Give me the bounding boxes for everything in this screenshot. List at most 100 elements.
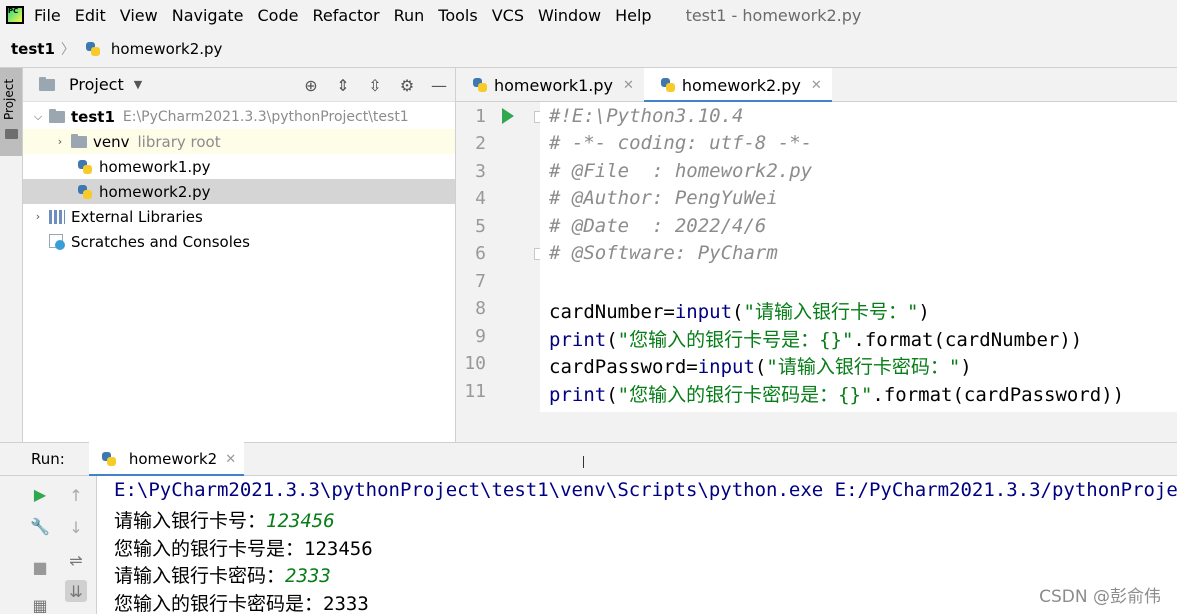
menu-code[interactable]: Code (258, 6, 299, 25)
code-line-8: cardNumber=input("请输入银行卡号：") (549, 297, 930, 324)
project-panel-title[interactable]: Project (69, 75, 124, 94)
menu-vcs[interactable]: VCS (492, 6, 524, 25)
code-rest: .format(cardNumber)) (853, 329, 1083, 351)
code-editor[interactable]: 1 2 3 4 5 6 7 8 9 10 11 #!E:\Python3.10.… (456, 102, 1177, 442)
python-file-icon (77, 159, 93, 175)
locate-icon[interactable]: ⊕ (301, 75, 321, 95)
code-line-10: cardPassword=input("请输入银行卡密码：") (549, 352, 972, 379)
project-tree: ⌵ test1 E:\PyCharm2021.3.3\pythonProject… (23, 102, 455, 254)
menu-help[interactable]: Help (615, 6, 651, 25)
venv-library-root-note: library root (137, 132, 221, 151)
code-line-11: print("您输入的银行卡密码是：{}".format(cardPasswor… (549, 380, 1124, 407)
gear-icon[interactable]: ⚙ (397, 75, 417, 95)
folder-icon (71, 133, 87, 148)
text-cursor (583, 456, 584, 468)
project-panel-tools: ⊕ ⇕ ⇳ ⚙ — (301, 75, 449, 95)
console-output-card-number: 您输入的银行卡号是：123456 (114, 538, 373, 560)
code-paren: ) (918, 301, 930, 323)
run-toolbar: ▶ 🔧 ■ ▦ ↑ ↓ ⇌ ⇊ (23, 476, 97, 614)
python-run-icon (101, 451, 117, 467)
line-number: 10 (464, 353, 486, 374)
console-command-line: E:\PyCharm2021.3.3\pythonProject\test1\v… (114, 479, 1177, 501)
menu-run[interactable]: Run (394, 6, 425, 25)
close-icon[interactable]: ✕ (623, 78, 634, 93)
code-builtin: print (549, 384, 607, 406)
hide-icon[interactable]: — (429, 75, 449, 95)
collapse-all-icon[interactable]: ⇳ (365, 75, 385, 95)
tab-homework1[interactable]: homework1.py ✕ (456, 68, 644, 102)
breadcrumb-file[interactable]: homework2.py (111, 40, 223, 58)
run-tab-label: homework2 (128, 450, 218, 468)
code-area[interactable]: #!E:\Python3.10.4 # -*- coding: utf-8 -*… (540, 102, 1177, 412)
tab-homework2[interactable]: homework2.py ✕ (643, 68, 832, 103)
arrow-up-icon[interactable]: ↑ (65, 484, 87, 506)
menu-edit[interactable]: Edit (75, 6, 106, 25)
project-tool-tab[interactable]: Project (0, 68, 22, 156)
collapsed-arrow-icon[interactable]: › (53, 135, 67, 148)
folder-icon (5, 129, 18, 139)
menu-view[interactable]: View (120, 6, 158, 25)
line-number: 4 (475, 188, 486, 209)
menu-tools[interactable]: Tools (438, 6, 477, 25)
run-console[interactable]: E:\PyCharm2021.3.3\pythonProject\test1\v… (97, 476, 1177, 614)
run-label: Run: (31, 450, 65, 468)
tree-item-external-libraries[interactable]: › External Libraries (23, 204, 455, 229)
menu-file[interactable]: File (34, 6, 61, 25)
line-number: 7 (475, 271, 486, 292)
watermark: CSDN @彭俞伟 (1039, 587, 1161, 607)
breadcrumb-project[interactable]: test1 (11, 40, 55, 58)
python-file-icon (660, 77, 676, 93)
rerun-icon[interactable]: ▶ (29, 483, 51, 505)
menu-bar: PC File Edit View Navigate Code Refactor… (0, 0, 1177, 30)
project-panel: Project ▼ ⊕ ⇕ ⇳ ⚙ — ⌵ test1 E:\PyCharm20… (23, 68, 456, 442)
root-folder-path: E:\PyCharm2021.3.3\pythonProject\test1 (122, 108, 409, 125)
soft-wrap-icon[interactable]: ⇌ (65, 549, 87, 571)
tree-item-homework1[interactable]: homework1.py (23, 154, 455, 179)
console-user-input: 123456 (266, 510, 335, 532)
scratches-icon (49, 233, 65, 250)
collapsed-arrow-icon[interactable]: › (31, 210, 45, 223)
stop-icon[interactable]: ■ (29, 556, 51, 578)
code-line-1: #!E:\Python3.10.4 (549, 105, 744, 127)
expanded-arrow-icon[interactable]: ⌵ (31, 110, 45, 124)
tree-item-scratches[interactable]: Scratches and Consoles (23, 229, 455, 254)
arrow-down-icon[interactable]: ↓ (65, 516, 87, 538)
tab-label: homework1.py (494, 75, 613, 95)
line-number: 5 (475, 216, 486, 237)
tree-item-root[interactable]: ⌵ test1 E:\PyCharm2021.3.3\pythonProject… (23, 104, 455, 129)
close-icon[interactable]: ✕ (225, 452, 236, 467)
code-builtin: input (674, 301, 733, 323)
code-line-6: # @Software: PyCharm (549, 242, 778, 264)
code-paren: ) (960, 356, 972, 378)
file-name: homework1.py (99, 157, 211, 176)
code-paren: ( (732, 301, 744, 323)
line-number: 8 (475, 298, 486, 319)
menu-window[interactable]: Window (538, 6, 601, 25)
tree-item-homework2[interactable]: homework2.py (23, 179, 455, 204)
layout-icon[interactable]: ▦ (29, 594, 51, 614)
project-panel-header: Project ▼ ⊕ ⇕ ⇳ ⚙ — (23, 68, 455, 102)
code-var: cardPassword= (549, 356, 698, 378)
breadcrumb: test1 〉 homework2.py (0, 30, 1177, 68)
tree-item-venv[interactable]: › venv library root (23, 129, 455, 154)
line-number: 3 (475, 161, 486, 182)
code-line-3: # @File : homework2.py (549, 160, 813, 182)
run-tab-homework2[interactable]: homework2 ✕ (88, 442, 245, 477)
code-var: cardNumber= (549, 301, 675, 323)
line-number: 9 (475, 326, 486, 347)
editor-gutter: 1 2 3 4 5 6 7 8 9 10 11 (456, 102, 544, 442)
chevron-down-icon[interactable]: ▼ (134, 78, 142, 91)
code-string: "请输入银行卡密码：" (766, 356, 961, 378)
wrench-icon[interactable]: 🔧 (29, 515, 51, 537)
menu-refactor[interactable]: Refactor (312, 6, 379, 25)
console-user-input: 2333 (285, 565, 331, 587)
code-builtin: print (549, 329, 607, 351)
expand-all-icon[interactable]: ⇕ (333, 75, 353, 95)
close-icon[interactable]: ✕ (811, 78, 822, 93)
line-number: 2 (475, 133, 486, 154)
scroll-to-end-icon[interactable]: ⇊ (65, 580, 87, 602)
line-number: 11 (464, 381, 486, 402)
code-paren: ( (606, 384, 618, 406)
menu-navigate[interactable]: Navigate (172, 6, 244, 25)
run-gutter-icon[interactable] (502, 108, 514, 124)
